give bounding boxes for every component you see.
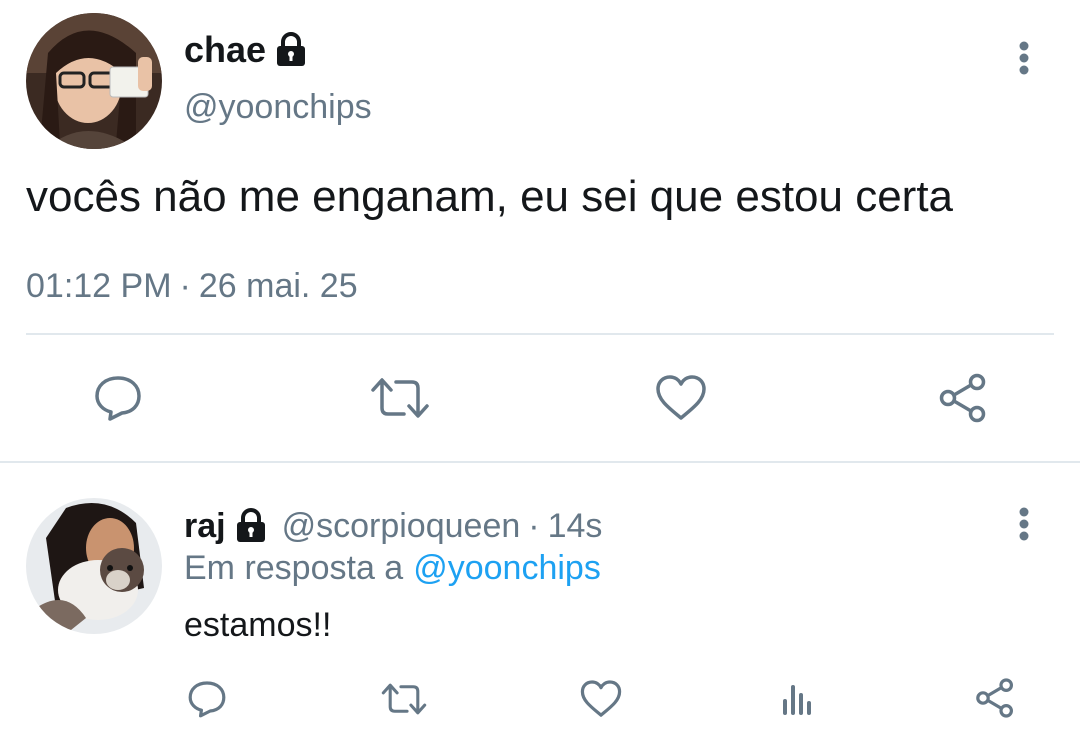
tweet-date: 26 mai. 25 xyxy=(198,266,358,305)
reply-tweet-header: raj @scorpioqueen · 14s xyxy=(184,504,602,548)
author-name: chae xyxy=(184,29,267,70)
share-button[interactable] xyxy=(970,674,1020,722)
lock-icon xyxy=(274,32,308,68)
lock-icon xyxy=(234,508,268,544)
share-icon xyxy=(939,373,986,423)
reply-tweet-avatar[interactable] xyxy=(26,498,162,634)
share-icon xyxy=(976,678,1013,718)
reply-to-handle[interactable]: @yoonchips xyxy=(413,549,601,588)
more-options-button[interactable] xyxy=(1004,36,1044,80)
reply-icon xyxy=(95,376,141,421)
like-icon xyxy=(580,680,622,717)
tweet-age: 14s xyxy=(547,506,603,545)
author-handle[interactable]: @yoonchips xyxy=(184,88,372,127)
more-vertical-icon xyxy=(1019,41,1029,75)
like-icon xyxy=(656,375,706,420)
analytics-button[interactable] xyxy=(774,676,820,722)
main-tweet-author[interactable]: chae xyxy=(184,28,308,72)
reply-text: estamos!! xyxy=(184,606,332,644)
reply-button[interactable] xyxy=(182,676,232,722)
like-button[interactable] xyxy=(652,370,710,426)
main-tweet-avatar[interactable] xyxy=(26,13,162,149)
reply-icon xyxy=(188,681,226,718)
tweet-timestamp: 01:12 PM · 26 mai. 25 xyxy=(26,264,358,308)
more-options-button[interactable] xyxy=(1004,502,1044,546)
handle-separator: · xyxy=(528,506,540,545)
avatar-photo-icon xyxy=(26,498,162,634)
avatar-photo-icon xyxy=(26,13,162,149)
more-vertical-icon xyxy=(1019,507,1029,541)
retweet-button[interactable] xyxy=(368,370,432,426)
reply-button[interactable] xyxy=(88,370,148,426)
reply-context: Em resposta a @yoonchips xyxy=(184,546,601,590)
author-name[interactable]: raj xyxy=(184,507,226,546)
reply-prefix: Em resposta a xyxy=(184,548,404,587)
like-button[interactable] xyxy=(576,676,626,722)
tweet-separator xyxy=(0,461,1080,463)
share-button[interactable] xyxy=(934,370,992,426)
retweet-icon xyxy=(371,378,429,418)
retweet-button[interactable] xyxy=(378,676,430,722)
retweet-icon xyxy=(381,683,427,715)
divider xyxy=(26,333,1054,335)
tweet-text: vocês não me enganam, eu sei que estou c… xyxy=(26,172,954,221)
author-handle[interactable]: @scorpioqueen xyxy=(282,507,521,546)
analytics-icon xyxy=(783,685,811,715)
timestamp-separator: · xyxy=(179,266,191,305)
tweet-time: 01:12 PM xyxy=(26,266,172,305)
